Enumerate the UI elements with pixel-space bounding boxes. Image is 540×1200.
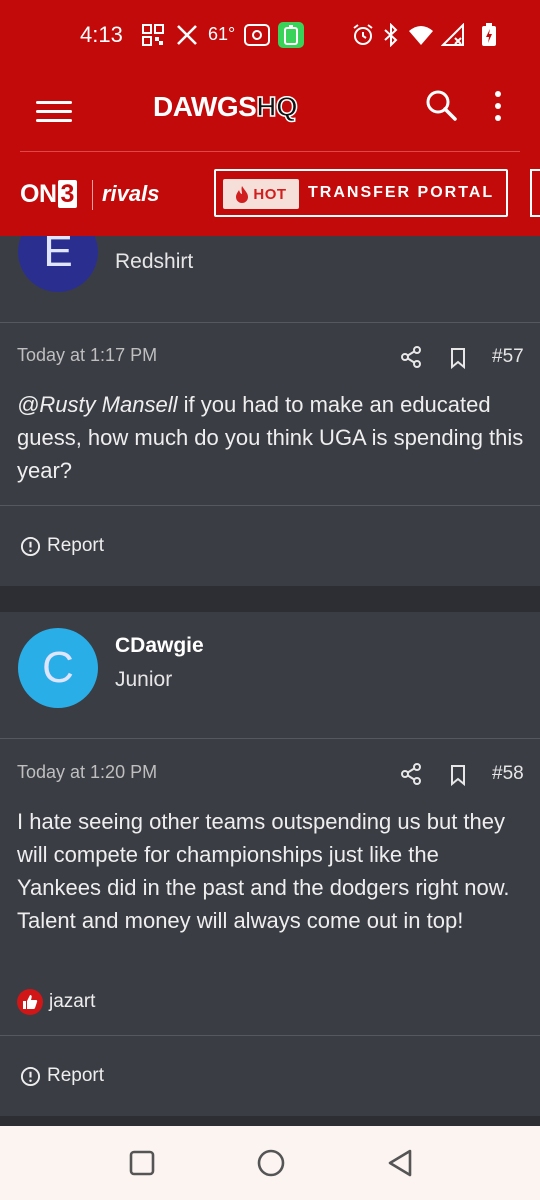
post-body: @Rusty Mansell if you had to make an edu… — [17, 392, 524, 483]
divider — [0, 322, 540, 323]
battery-icon — [476, 22, 502, 48]
status-bar: 4:13 61° — [0, 0, 540, 74]
reaction-user[interactable]: jazart — [49, 991, 95, 1013]
divider — [0, 505, 540, 506]
reaction-summary[interactable]: jazart — [17, 989, 95, 1015]
report-label: Report — [47, 1065, 105, 1086]
bluetooth-icon — [378, 22, 404, 48]
post-separator — [0, 586, 540, 612]
post-number[interactable]: #57 — [492, 346, 524, 368]
brand-separator — [92, 180, 93, 210]
home-button[interactable] — [254, 1146, 288, 1180]
alarm-icon — [350, 22, 376, 48]
hot-label: HOT — [253, 185, 287, 203]
thumbs-up-icon — [23, 995, 38, 1009]
status-temperature: 61° — [208, 24, 236, 44]
bookmark-icon[interactable] — [446, 346, 470, 370]
transfer-portal-button[interactable]: HOT TRANSFER PORTAL — [214, 169, 508, 217]
user-title: Redshirt — [115, 250, 194, 273]
post-number[interactable]: #58 — [492, 763, 524, 785]
more-options-button[interactable] — [486, 88, 510, 124]
site-logo[interactable]: DAWGSHQ — [153, 90, 299, 123]
logo-main-text: DAWGS — [153, 91, 257, 122]
post-time[interactable]: Today at 1:17 PM — [17, 345, 157, 366]
search-icon — [426, 90, 457, 121]
user-mention[interactable]: @Rusty Mansell — [17, 392, 178, 417]
back-button[interactable] — [383, 1146, 417, 1180]
next-partner-button[interactable] — [530, 169, 540, 217]
rivals-logo[interactable]: rivals — [102, 181, 160, 207]
share-icon[interactable] — [399, 345, 423, 369]
grid-app-icon — [140, 22, 166, 48]
divider — [0, 1035, 540, 1036]
recents-button[interactable] — [125, 1146, 159, 1180]
flame-icon — [236, 186, 249, 203]
post-57-user: E emanuel Redshirt — [0, 236, 540, 322]
system-nav-bar — [0, 1126, 540, 1200]
more-vertical-icon — [495, 91, 501, 121]
x-icon — [174, 22, 200, 48]
partner-bar: ON 3 rivals HOT TRANSFER PORTAL — [0, 152, 540, 236]
avatar[interactable]: C — [18, 628, 98, 708]
post-58-user: C CDawgie Junior — [0, 612, 540, 738]
alert-circle-icon — [20, 1066, 41, 1086]
report-label: Report — [47, 535, 105, 556]
battery-saver-icon — [278, 22, 304, 48]
signal-icon — [440, 22, 466, 48]
bookmark-icon[interactable] — [446, 763, 470, 787]
back-triangle-icon — [388, 1149, 412, 1177]
wifi-icon — [408, 22, 434, 48]
report-button[interactable]: Report — [20, 535, 104, 557]
post-separator — [0, 1116, 540, 1126]
divider — [0, 738, 540, 739]
hot-badge: HOT — [223, 179, 299, 209]
user-title: Junior — [115, 668, 173, 691]
post-time[interactable]: Today at 1:20 PM — [17, 762, 157, 783]
site-header: DAWGSHQ — [0, 74, 540, 152]
on3-logo[interactable]: ON 3 — [20, 180, 77, 209]
thread-content: E emanuel Redshirt Today at 1:17 PM #57 … — [0, 236, 540, 1126]
radio-icon — [244, 22, 270, 48]
status-time: 4:13 — [80, 22, 123, 47]
post-body: I hate seeing other teams outspending us… — [17, 809, 510, 933]
avatar[interactable]: E — [18, 236, 98, 292]
square-icon — [129, 1150, 155, 1176]
alert-circle-icon — [20, 536, 41, 556]
circle-icon — [257, 1149, 285, 1177]
report-button[interactable]: Report — [20, 1065, 104, 1087]
logo-accent-text: HQ — [256, 90, 299, 123]
menu-button[interactable] — [36, 95, 72, 131]
transfer-portal-label: TRANSFER PORTAL — [308, 184, 495, 201]
search-button[interactable] — [424, 88, 460, 124]
like-reaction — [17, 989, 43, 1015]
share-icon[interactable] — [399, 762, 423, 786]
username[interactable]: CDawgie — [115, 634, 204, 658]
